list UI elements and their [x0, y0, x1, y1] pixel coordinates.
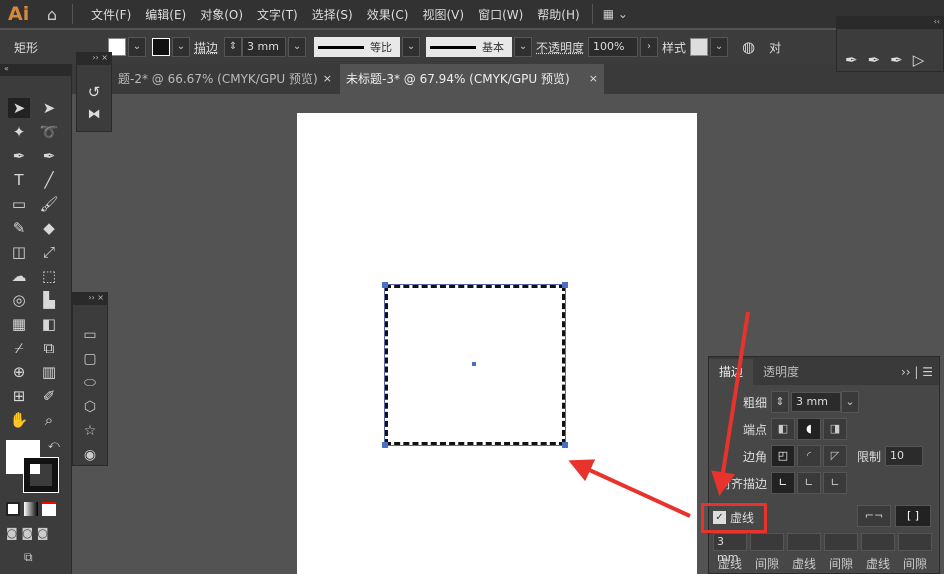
annotation-arrows [568, 311, 750, 518]
red-arrow [568, 459, 691, 518]
red-arrow [711, 311, 750, 496]
